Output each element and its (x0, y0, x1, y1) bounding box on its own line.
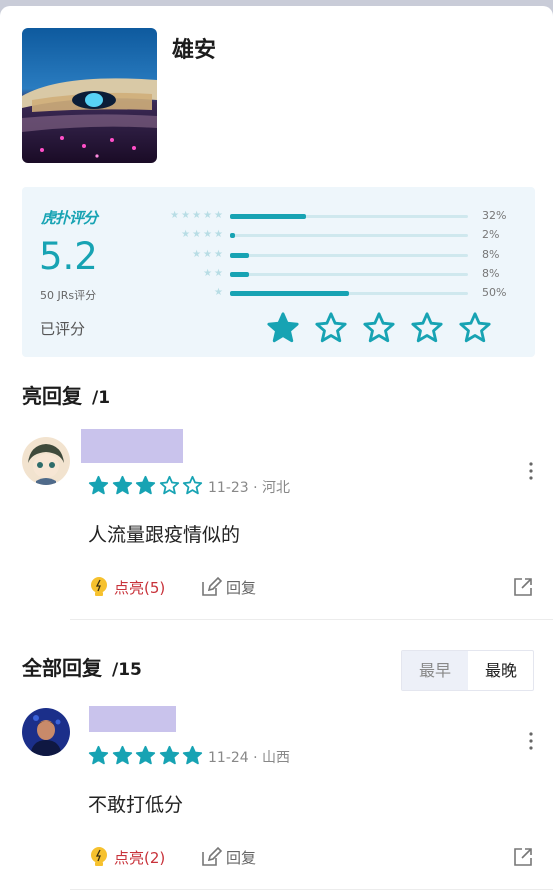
reply-star-rating (88, 475, 208, 495)
reply-label: 回复 (226, 579, 257, 597)
distribution-row-1: ★ 50% (22, 285, 535, 301)
distribution-percent: 8% (482, 267, 500, 280)
reply-date: 11-24 (208, 750, 249, 766)
avatar[interactable] (22, 437, 70, 485)
star-filled-icon (88, 475, 109, 495)
distribution-row-5: ★★★★★ 32% (22, 208, 535, 224)
reply-star-rating (88, 745, 208, 765)
reply-meta: 11-24 · 山西 (208, 747, 290, 767)
meta-separator: · (253, 750, 258, 766)
edit-icon (202, 846, 222, 866)
distribution-bar-track (230, 272, 468, 277)
distribution-percent: 32% (482, 209, 507, 222)
distribution-stars: ★★ (203, 268, 225, 279)
star-filled-icon (112, 475, 132, 495)
distribution-stars: ★ (214, 287, 225, 298)
distribution-row-3: ★★★ 8% (22, 247, 535, 263)
distribution-bar-track (230, 291, 468, 296)
sort-latest-button[interactable]: 最晚 (468, 651, 534, 690)
star-filled-icon (112, 745, 132, 765)
star-filled-icon (159, 745, 179, 765)
avatar[interactable] (22, 708, 70, 756)
highlight-title-text: 亮回复 (22, 384, 82, 408)
my-rating-label: 已评分 (40, 320, 86, 338)
username-redacted[interactable] (89, 706, 176, 732)
distribution-percent: 2% (482, 228, 500, 241)
more-vertical-icon[interactable] (528, 731, 534, 751)
share-icon[interactable] (512, 846, 534, 868)
distribution-percent: 50% (482, 286, 507, 299)
reply-date: 11-23 (208, 480, 249, 496)
distribution-bar-fill (230, 291, 349, 296)
distribution-bar-track (230, 233, 468, 238)
distribution-stars: ★★★★ (181, 229, 225, 240)
distribution-row-4: ★★★★ 2% (22, 227, 535, 243)
reply-button[interactable]: 回复 (200, 846, 264, 868)
username-redacted[interactable] (81, 429, 183, 463)
lightbulb-icon (91, 847, 107, 866)
edit-icon (202, 576, 222, 596)
all-replies-count: /15 (112, 660, 142, 680)
rating-summary-card: 虎扑评分 5.2 50 JRs评分 已评分 ★★★★★ 32% ★★★★ 2% ★★★ 8… (22, 187, 535, 357)
distribution-percent: 8% (482, 248, 500, 261)
rate-star-2[interactable] (314, 311, 348, 345)
rate-star-4[interactable] (410, 311, 444, 345)
sort-earliest-button[interactable]: 最早 (402, 651, 468, 690)
all-replies-title-text: 全部回复 (22, 656, 102, 680)
sort-toggle: 最早 最晚 (401, 650, 534, 691)
distribution-stars: ★★★★★ (170, 210, 225, 221)
distribution-row-2: ★★ 8% (22, 266, 535, 282)
like-label: 点亮(2) (114, 849, 166, 867)
star-filled-icon (88, 745, 109, 765)
highlight-section-title: 亮回复/1 (22, 380, 110, 409)
lightbulb-icon (91, 577, 107, 596)
star-filled-icon (135, 475, 156, 495)
distribution-bar-fill (230, 272, 250, 277)
reply-text: 不敢打低分 (88, 794, 184, 816)
reply-location: 河北 (262, 480, 291, 496)
divider (70, 619, 553, 620)
distribution-bar-fill (230, 253, 250, 258)
divider (70, 889, 553, 890)
distribution-bar-fill (230, 233, 235, 238)
distribution-stars: ★★★ (192, 249, 225, 260)
rate-star-1[interactable] (266, 311, 300, 345)
distribution-bar-track (230, 253, 468, 258)
star-filled-icon (182, 745, 203, 765)
star-outline-icon (159, 475, 179, 495)
reply-location: 山西 (262, 750, 291, 766)
highlight-count: /1 (92, 388, 111, 408)
distribution-bar-track (230, 214, 468, 219)
reply-button[interactable]: 回复 (200, 576, 264, 598)
meta-separator: · (253, 480, 258, 496)
reply-label: 回复 (226, 849, 257, 867)
topic-cover-image (22, 28, 157, 163)
reply-text: 人流量跟疫情似的 (88, 524, 241, 546)
like-button[interactable]: 点亮(5) (90, 576, 175, 598)
rate-star-3[interactable] (362, 311, 396, 345)
all-replies-section-title: 全部回复/15 (22, 652, 142, 681)
distribution-bar-fill (230, 214, 307, 219)
more-vertical-icon[interactable] (528, 461, 534, 481)
like-button[interactable]: 点亮(2) (90, 846, 175, 868)
star-filled-icon (135, 745, 156, 765)
rate-star-5[interactable] (458, 311, 492, 345)
share-icon[interactable] (512, 576, 534, 598)
topic-title: 雄安 (172, 38, 217, 63)
rating-sheet: 雄安 虎扑评分 5.2 50 JRs评分 已评分 ★★★★★ 32% ★★★★ 2% ★… (0, 6, 553, 893)
reply-meta: 11-23 · 河北 (208, 477, 290, 497)
star-outline-icon (182, 475, 203, 495)
like-label: 点亮(5) (114, 579, 166, 597)
